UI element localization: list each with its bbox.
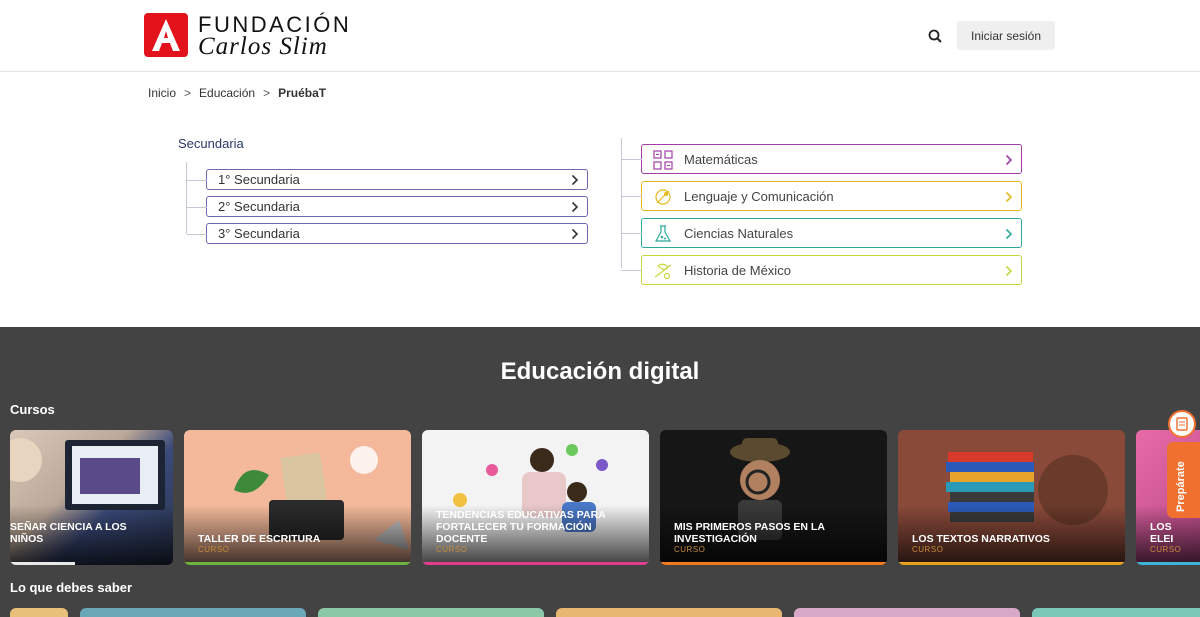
login-button[interactable]: Iniciar sesión [957, 21, 1055, 50]
subject-label: Ciencias Naturales [684, 226, 794, 241]
card-type: CURSO [436, 545, 468, 554]
tree-connector [187, 234, 207, 235]
card-progress-bar [1136, 562, 1200, 565]
chevron-right-icon [571, 201, 579, 213]
course-card[interactable]: SEÑAR CIENCIA A LOS NIÑOS [10, 430, 173, 565]
info-card[interactable] [10, 608, 68, 617]
subject-matematicas[interactable]: Matemáticas [621, 144, 1022, 174]
breadcrumb: Inicio > Educación > PruébaT [148, 86, 326, 100]
tree-connector [621, 233, 642, 234]
tree-connector [621, 196, 642, 197]
card-type: CURSO [912, 545, 944, 554]
logo-mark-icon [144, 13, 188, 57]
info-card[interactable] [80, 608, 306, 617]
chevron-right-icon [1005, 228, 1013, 240]
info-card[interactable] [794, 608, 1020, 617]
history-icon [654, 263, 672, 280]
info-card[interactable] [318, 608, 544, 617]
prep-tab[interactable]: Prepárate [1167, 442, 1200, 518]
chevron-right-icon [1005, 191, 1013, 203]
subject-tree-line [621, 138, 622, 268]
prep-icon[interactable] [1168, 410, 1196, 438]
language-icon [655, 189, 671, 205]
course-card[interactable]: TALLER DE ESCRITURA CURSO [184, 430, 411, 565]
card-type: CURSO [674, 545, 706, 554]
grade-label: 2° Secundaria [218, 199, 300, 214]
digital-education-section: Educación digital Cursos SEÑAR CIENCIA A… [0, 327, 1200, 617]
breadcrumb-educacion[interactable]: Educación [199, 86, 255, 100]
course-card[interactable]: MIS PRIMEROS PASOS EN LA INVESTIGACIÓN C… [660, 430, 887, 565]
course-card[interactable]: TENDENCIAS EDUCATIVAS PARA FORTALECER TU… [422, 430, 649, 565]
subject-lenguaje[interactable]: Lenguaje y Comunicación [621, 181, 1022, 211]
course-card[interactable]: LOS TEXTOS NARRATIVOS CURSO [898, 430, 1125, 565]
card-type: CURSO [1150, 545, 1182, 554]
level-title: Secundaria [178, 136, 244, 151]
breadcrumb-current: PruébaT [278, 86, 327, 100]
breadcrumb-separator: > [184, 86, 192, 100]
fundacion-logo[interactable]: FUNDACIÓN Carlos Slim [144, 12, 384, 60]
chevron-right-icon [1005, 154, 1013, 166]
science-icon [654, 225, 672, 242]
math-icon [653, 150, 673, 170]
tree-connector [187, 207, 207, 208]
know-heading: Lo que debes saber [10, 580, 133, 595]
site-header: FUNDACIÓN Carlos Slim Iniciar sesión [0, 0, 1200, 72]
card-progress-bar [184, 562, 411, 565]
courses-heading: Cursos [10, 402, 55, 417]
section-title: Educación digital [500, 358, 700, 385]
subject-ciencias[interactable]: Ciencias Naturales [621, 218, 1022, 248]
card-type: CURSO [198, 545, 230, 554]
grade-button-3[interactable]: 3° Secundaria [187, 223, 588, 244]
card-title: LOS TEXTOS NARRATIVOS [912, 533, 1050, 545]
subject-label: Historia de México [684, 263, 791, 278]
card-title: MIS PRIMEROS PASOS EN LA INVESTIGACIÓN [674, 521, 825, 545]
search-icon[interactable] [926, 27, 946, 47]
level-tree-line [186, 162, 187, 234]
card-title: SEÑAR CIENCIA A LOS NIÑOS [10, 521, 127, 545]
chevron-right-icon [1005, 265, 1013, 277]
tree-connector [621, 270, 642, 271]
page-root: FUNDACIÓN Carlos Slim Iniciar sesión Ini… [0, 0, 1200, 617]
card-progress-bar [10, 562, 76, 565]
chevron-right-icon [571, 228, 579, 240]
tree-connector [187, 180, 207, 181]
logo-text-bottom: Carlos Slim [198, 33, 328, 60]
breadcrumb-separator: > [263, 86, 271, 100]
subject-label: Matemáticas [684, 152, 758, 167]
card-title: TENDENCIAS EDUCATIVAS PARA FORTALECER TU… [436, 509, 606, 545]
card-progress-bar [898, 562, 1125, 565]
card-progress-bar [422, 562, 649, 565]
chevron-right-icon [571, 174, 579, 186]
breadcrumb-inicio[interactable]: Inicio [148, 86, 176, 100]
grade-label: 3° Secundaria [218, 226, 300, 241]
tree-connector [621, 159, 642, 160]
prep-label: Prepárate [1175, 461, 1187, 512]
card-title: LOS ELEI [1150, 521, 1174, 545]
subject-label: Lenguaje y Comunicación [684, 189, 834, 204]
card-title: TALLER DE ESCRITURA [198, 533, 321, 545]
subject-historia[interactable]: Historia de México [621, 255, 1022, 285]
info-card[interactable] [1032, 608, 1200, 617]
grade-button-1[interactable]: 1° Secundaria [187, 169, 588, 190]
info-card[interactable] [556, 608, 782, 617]
grade-label: 1° Secundaria [218, 172, 300, 187]
card-progress-bar [660, 562, 887, 565]
grade-button-2[interactable]: 2° Secundaria [187, 196, 588, 217]
